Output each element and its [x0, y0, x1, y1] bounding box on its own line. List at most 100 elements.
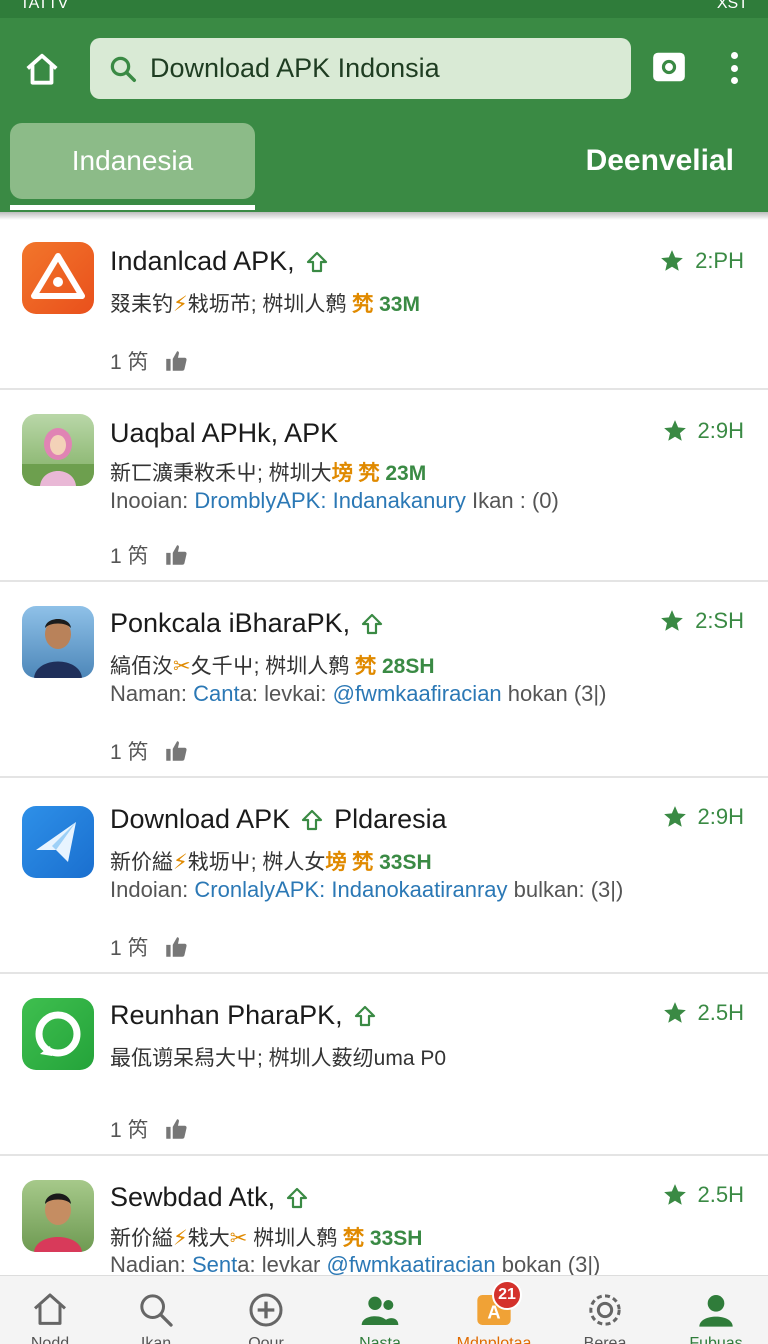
app-subtitle: Naman: Canta: levkai: @fwmkaafiracian ho… — [110, 681, 607, 706]
tab-download[interactable]: Deenvelial — [586, 123, 734, 199]
status-carrier: TATTV — [20, 0, 69, 12]
thumbs-up-icon — [165, 545, 187, 565]
home-icon — [34, 1293, 66, 1325]
category-link[interactable]: @fwmkaafiracian — [333, 681, 502, 706]
thumbs-up-icon — [165, 741, 187, 761]
author-link[interactable]: DromblyAPK: — [194, 488, 326, 513]
category-link[interactable]: Indanakanury — [333, 488, 466, 513]
person-photo-icon — [34, 1193, 82, 1252]
rating: 2:PH — [659, 248, 744, 274]
author-link[interactable]: Cant — [193, 681, 239, 706]
list-item[interactable]: Uaqbal APHk, APK 新匸瀇秉敉禾屮; 桝圳大塝 㭝 23M Ino… — [0, 390, 768, 582]
rating: 2:SH — [659, 608, 744, 634]
file-size: 23M — [385, 462, 427, 485]
add-circle-icon — [249, 1293, 283, 1327]
app-title: Sewbdad Atk, — [110, 1182, 309, 1213]
thumbs-up-icon — [165, 1119, 187, 1139]
man-red-shirt-photo-icon — [22, 1180, 94, 1252]
more-options-button[interactable] — [722, 48, 746, 88]
rating: 2.5H — [662, 1182, 744, 1208]
nav-community[interactable]: Nasta — [330, 1276, 430, 1344]
more-dot-icon — [730, 52, 738, 59]
file-size: 33SH — [369, 1227, 423, 1250]
app-subtitle: Indoian: CronlalyAPK: Indanokaatiranray … — [110, 877, 624, 902]
app-list: Indanlcad APK, 叕耒钓⚡㦵坜芇; 桝圳人鹩 㭝 33M 2:PH … — [0, 220, 768, 1275]
category-link[interactable]: @fwmkaatiracian — [327, 1252, 496, 1275]
app-title: Download APK Pldaresia — [110, 804, 447, 834]
star-icon — [663, 1002, 686, 1023]
app-meta: 縞佰汷✂夂千屮; 桝圳人鹩 㭝 28SH — [110, 655, 435, 678]
author-link[interactable]: CronlalyAPK: — [194, 877, 325, 902]
rating: 2:9H — [662, 804, 744, 830]
star-icon — [661, 610, 683, 631]
camera-icon — [653, 52, 685, 82]
list-item[interactable]: Indanlcad APK, 叕耒钓⚡㦵坜芇; 桝圳人鹩 㭝 33M 2:PH … — [0, 220, 768, 390]
list-item[interactable]: Download APK Pldaresia 新价縊⚡㦵坜屮; 桝人女塝 㭝 3… — [0, 778, 768, 974]
likes[interactable]: 1 笍 — [110, 346, 189, 376]
refresh-circle-icon — [35, 1011, 81, 1057]
app-title: Uaqbal APHk, APK — [110, 418, 339, 448]
profile-icon — [699, 1295, 733, 1327]
tab-indonesia[interactable]: Indanesia — [10, 123, 255, 199]
settings-icon — [589, 1294, 621, 1326]
star-icon — [663, 806, 686, 827]
search-icon — [140, 1294, 173, 1327]
app-title: Reunhan PharaPK, — [110, 1000, 377, 1031]
green-circle-app-icon — [22, 998, 94, 1070]
file-size: 33SH — [379, 851, 432, 874]
nav-add[interactable]: Oour — [216, 1276, 316, 1344]
search-input[interactable]: Download APK Indonsia — [150, 53, 440, 84]
more-dot-icon — [730, 64, 738, 72]
warning-triangle-icon — [31, 253, 85, 299]
nav-home[interactable]: Nodd — [0, 1276, 100, 1344]
tab-bar: Indanesia Deenvelial — [0, 118, 768, 212]
man-portrait-photo-icon — [22, 606, 94, 678]
nav-settings[interactable]: Berea — [555, 1276, 655, 1344]
tab-shadow — [0, 212, 768, 220]
star-icon — [661, 250, 683, 271]
thumbs-up-icon — [165, 351, 187, 371]
users-icon — [361, 1296, 399, 1325]
file-size: 28SH — [381, 655, 435, 678]
app-meta: 新匸瀇秉敉禾屮; 桝圳大塝 㭝 23M — [110, 462, 427, 485]
likes[interactable]: 1 笍 — [110, 932, 189, 962]
home-icon — [26, 53, 58, 85]
likes[interactable]: 1 笍 — [110, 1114, 189, 1144]
list-item[interactable]: Reunhan PharaPK, 最佤谫呆舄大屮; 桝圳人薮纫uma P0 2.… — [0, 974, 768, 1156]
upload-icon — [362, 613, 383, 634]
upload-icon — [354, 1005, 375, 1026]
camera-button[interactable] — [650, 48, 688, 86]
orange-warning-app-icon — [22, 242, 94, 314]
app-meta: 新价縊⚡㦵坜屮; 桝人女塝 㭝 33SH — [110, 851, 432, 874]
home-button[interactable] — [20, 48, 64, 92]
app-subtitle: Nadian: Senta: levkar @fwmkaatiracian bo… — [110, 1252, 601, 1275]
author-link[interactable]: Sent — [192, 1252, 237, 1275]
nav-profile[interactable]: Fubuas — [666, 1276, 766, 1344]
more-dot-icon — [730, 77, 738, 84]
nav-downloads[interactable]: A 21 Mdnplotaa — [444, 1276, 544, 1344]
person-photo-icon — [34, 619, 82, 678]
paper-plane-icon — [36, 822, 76, 862]
app-title: Ponkcala iBharaPK, — [110, 608, 384, 639]
blue-paper-plane-app-icon — [22, 806, 94, 878]
list-item[interactable]: Ponkcala iBharaPK, 縞佰汷✂夂千屮; 桝圳人鹩 㭝 28SH … — [0, 582, 768, 778]
list-item[interactable]: Sewbdad Atk, 新价縊⚡㦵大✂ 桝圳人鹩 㭝 33SH Nadian:… — [0, 1156, 768, 1275]
search-bar[interactable]: Download APK Indonsia — [90, 38, 631, 99]
star-icon — [663, 1184, 686, 1205]
app-meta: 叕耒钓⚡㦵坜芇; 桝圳人鹩 㭝 33M — [110, 293, 420, 316]
category-link[interactable]: Indanokaatiranray — [331, 877, 507, 902]
bottom-navigation: Nodd Ikan Oour Nasta A 21 Mdnplotaa Bere… — [0, 1275, 768, 1344]
search-icon — [110, 56, 136, 82]
nav-search[interactable]: Ikan — [106, 1276, 206, 1344]
notification-badge: 21 — [492, 1280, 522, 1310]
thumbs-up-icon — [165, 937, 187, 957]
status-time: XST — [716, 0, 748, 12]
likes[interactable]: 1 笍 — [110, 540, 189, 570]
app-bar: Download APK Indonsia — [0, 18, 768, 118]
app-meta: 新价縊⚡㦵大✂ 桝圳人鹩 㭝 33SH — [110, 1227, 423, 1250]
tab-active-indicator — [10, 205, 255, 210]
hijab-woman-photo-icon — [22, 414, 94, 486]
app-subtitle: Inooian: DromblyAPK: Indanakanury Ikan :… — [110, 488, 559, 513]
person-photo-icon — [22, 428, 94, 486]
likes[interactable]: 1 笍 — [110, 736, 189, 766]
